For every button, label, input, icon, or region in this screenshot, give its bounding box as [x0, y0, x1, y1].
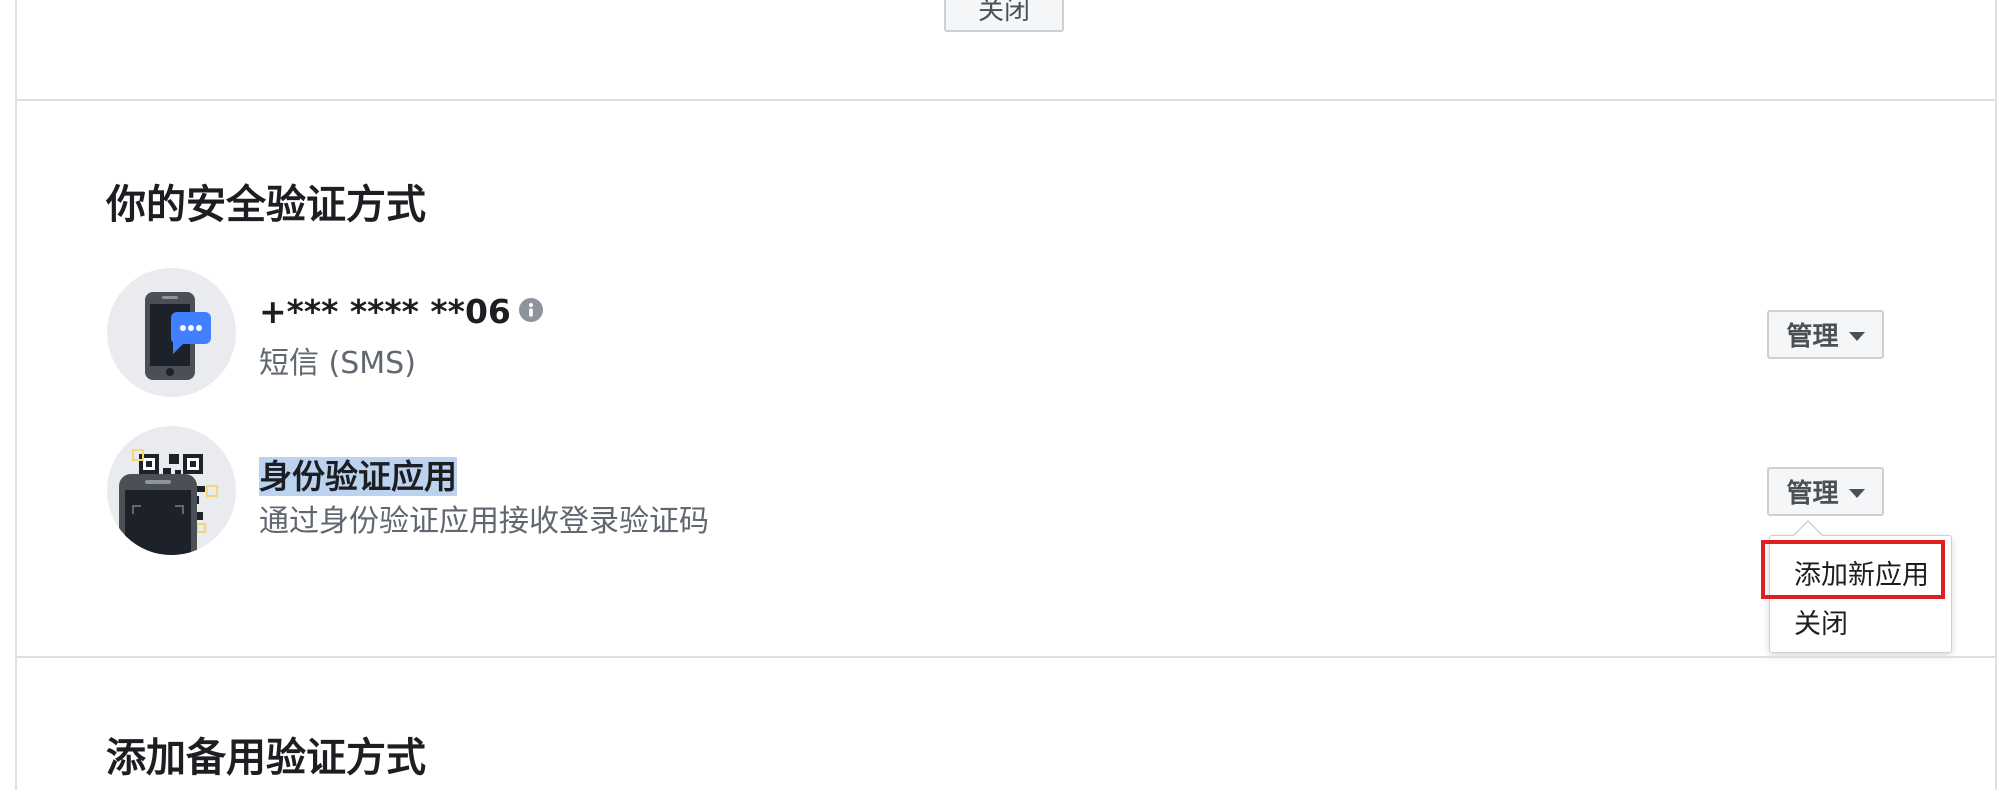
sms-method-subtitle: 短信 (SMS) — [259, 346, 416, 381]
manage-auth-app-button[interactable]: 管理 — [1767, 467, 1884, 516]
phone-sms-icon — [107, 268, 236, 397]
caret-down-icon — [1848, 489, 1865, 498]
menu-item-turn-off[interactable]: 关闭 — [1794, 602, 1848, 641]
menu-pointer-fill — [1794, 522, 1822, 536]
annotation-highlight-box — [1761, 540, 1945, 599]
settings-panel — [15, 0, 1997, 790]
auth-app-subtitle: 通过身份验证应用接收登录验证码 — [259, 504, 709, 539]
close-button-top[interactable]: 关闭 — [944, 0, 1064, 32]
section-divider — [15, 656, 1997, 658]
manage-sms-button[interactable]: 管理 — [1767, 310, 1884, 359]
section-divider — [15, 99, 1997, 101]
caret-down-icon — [1848, 332, 1865, 341]
auth-app-title: 身份验证应用 — [259, 457, 457, 496]
info-icon[interactable] — [518, 291, 543, 330]
backup-section-title: 添加备用验证方式 — [106, 735, 426, 781]
phone-number-label: +*** **** **06 — [259, 292, 543, 333]
methods-section-title: 你的安全验证方式 — [106, 182, 426, 228]
qr-phone-icon — [107, 426, 236, 555]
